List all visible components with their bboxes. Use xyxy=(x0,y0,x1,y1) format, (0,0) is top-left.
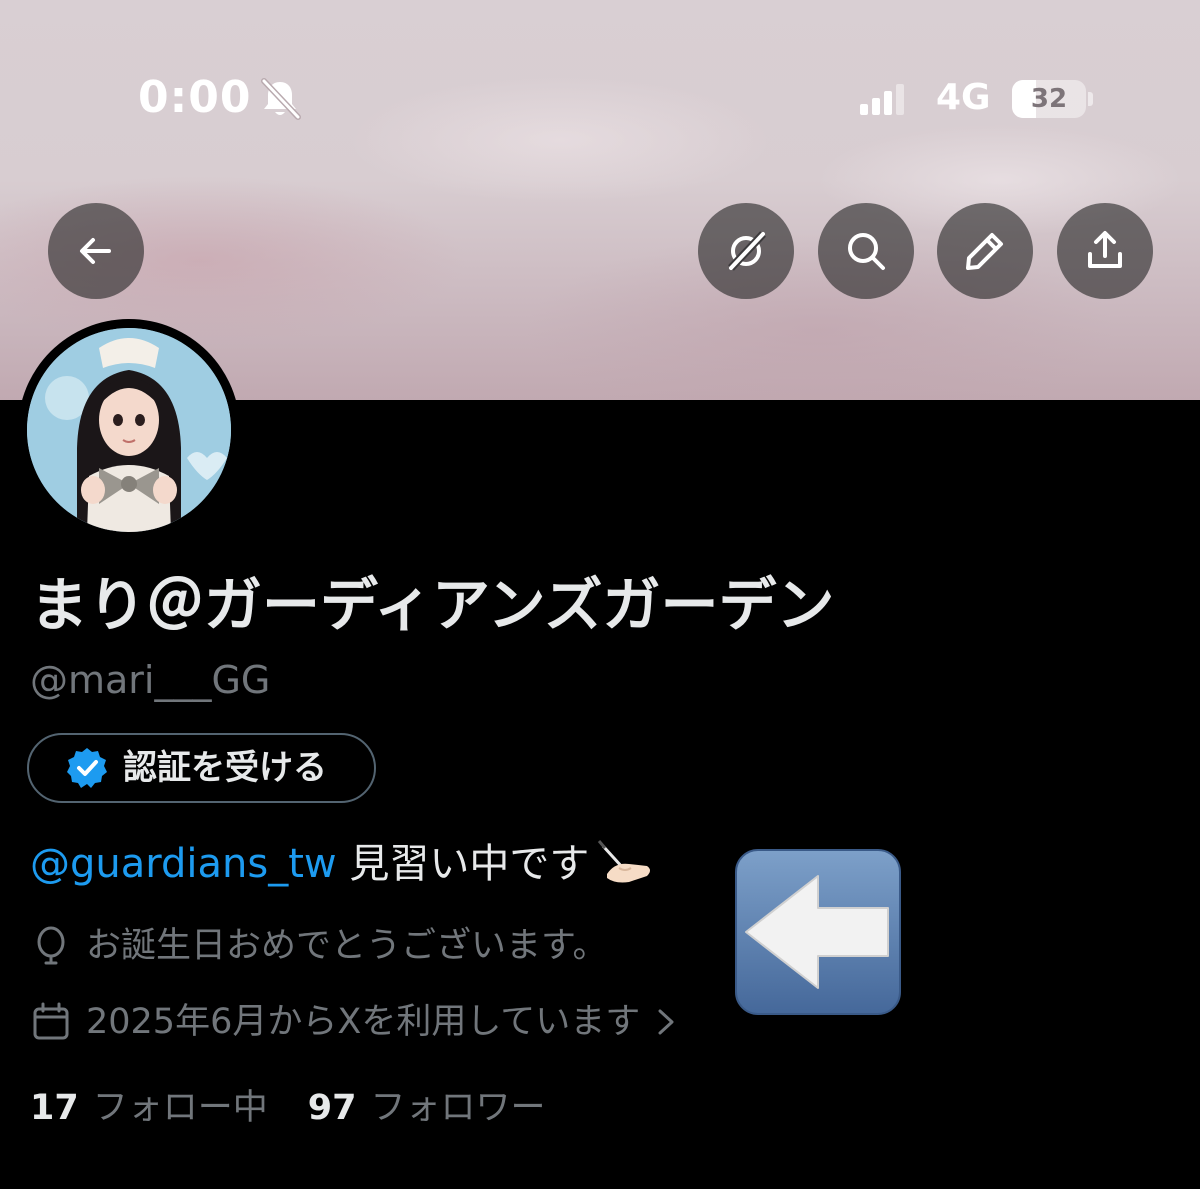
followers-count[interactable]: 97 xyxy=(308,1084,357,1132)
writing-hand-icon xyxy=(598,840,651,883)
battery-cap xyxy=(1088,92,1093,106)
location-text: お誕生日おめでとうございます。 xyxy=(86,926,608,966)
following-count[interactable]: 17 xyxy=(30,1084,79,1132)
user-handle: @mari___GG xyxy=(30,658,271,702)
battery-level: 32 xyxy=(1030,84,1068,114)
search-icon xyxy=(848,233,885,270)
followers-label[interactable]: フォロワー xyxy=(370,1084,545,1132)
cellular-signal-icon xyxy=(860,84,904,115)
avatar-photo xyxy=(27,328,231,532)
get-verified-button[interactable]: 認証を受ける xyxy=(27,733,376,803)
share-button[interactable] xyxy=(1057,203,1153,299)
location-pin-icon xyxy=(37,926,65,965)
search-button[interactable] xyxy=(818,203,914,299)
grok-button[interactable] xyxy=(698,203,794,299)
calendar-icon xyxy=(33,1002,69,1040)
profile-bio: @guardians_tw 見習い中です xyxy=(30,838,653,890)
display-name: まり＠ガーディアンズガーデン xyxy=(30,571,835,639)
bio-mention-link[interactable]: @guardians_tw xyxy=(30,841,337,887)
avatar-illustration xyxy=(27,328,231,532)
follow-stats: 17 フォロー中 97 フォロワー xyxy=(30,1084,585,1132)
bio-text: 見習い中です xyxy=(336,841,590,887)
share-icon xyxy=(1088,231,1122,268)
joined-text: 2025年6月からXを利用しています xyxy=(86,1002,641,1042)
joined-row[interactable]: 2025年6月からXを利用しています xyxy=(30,998,680,1046)
chevron-right-icon xyxy=(658,1009,674,1035)
edit-button[interactable] xyxy=(937,203,1033,299)
battery-indicator: 32 xyxy=(1012,80,1093,118)
network-type: 4G xyxy=(936,77,991,118)
following-label[interactable]: フォロー中 xyxy=(93,1084,268,1132)
status-time: 0:00 xyxy=(138,72,252,123)
back-button[interactable] xyxy=(48,203,144,299)
pencil-icon xyxy=(966,233,1003,270)
get-verified-label: 認証を受ける xyxy=(123,748,327,788)
bell-slash-icon xyxy=(261,78,301,120)
arrow-left-icon xyxy=(80,238,111,264)
left-arrow-icon xyxy=(735,849,901,1015)
verified-badge-icon xyxy=(67,748,107,788)
avatar[interactable] xyxy=(18,319,240,541)
grok-icon xyxy=(728,231,766,271)
location-row: お誕生日おめでとうございます。 xyxy=(30,922,608,970)
